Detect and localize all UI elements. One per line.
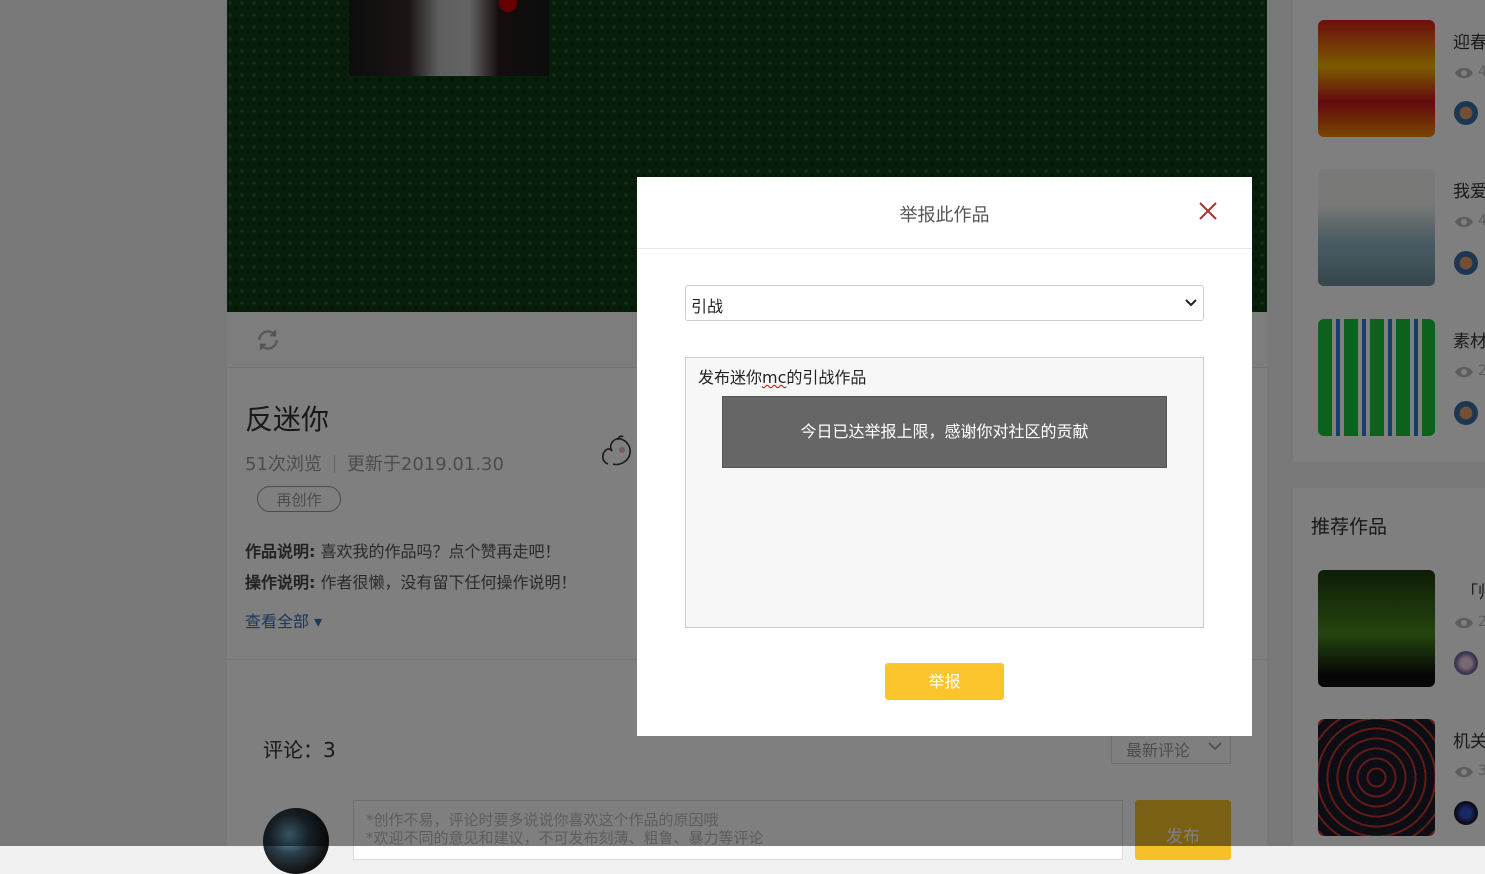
textarea-text-suffix: 的引战作品 <box>786 368 867 387</box>
dialog-header: 举报此作品 <box>637 177 1252 249</box>
report-reason-select[interactable]: 引战 <box>685 285 1204 321</box>
report-dialog: 举报此作品 引战 发布迷你mc的引战作品 今日已达举报上限，感谢你对社区的贡献 … <box>637 177 1252 736</box>
report-submit-button[interactable]: 举报 <box>885 663 1004 700</box>
textarea-text-prefix: 发布迷你 <box>698 368 763 387</box>
reason-selected-value: 引战 <box>691 297 724 316</box>
close-icon[interactable] <box>1198 201 1218 221</box>
textarea-text-misspelled: mc <box>762 368 787 387</box>
chevron-down-icon <box>1185 299 1197 307</box>
report-limit-toast: 今日已达举报上限，感谢你对社区的贡献 <box>722 396 1167 468</box>
dialog-title: 举报此作品 <box>899 205 990 226</box>
